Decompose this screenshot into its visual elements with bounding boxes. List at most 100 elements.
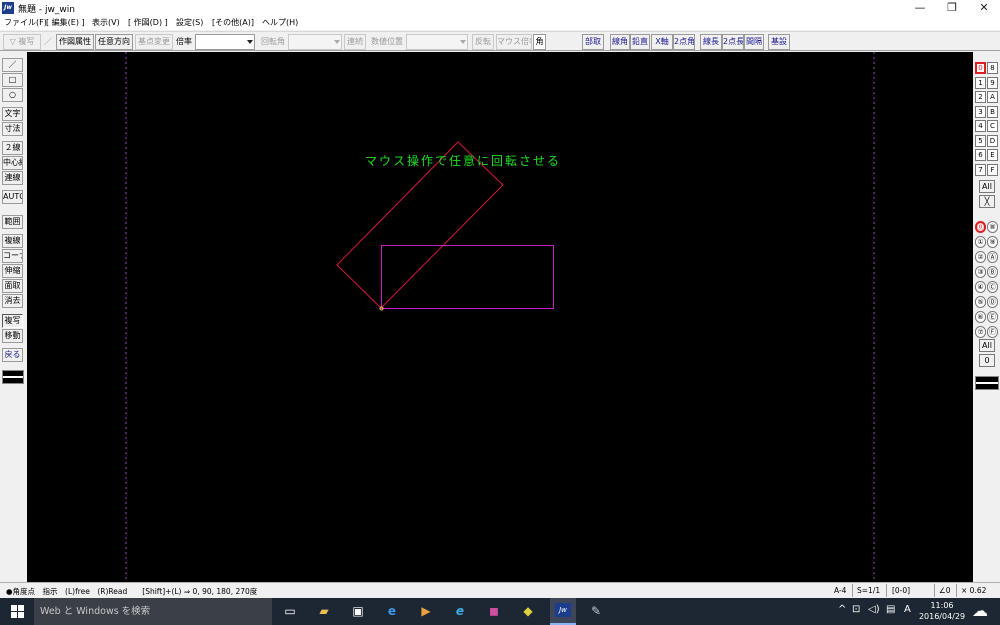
menu-file[interactable]: ファイル(F)	[4, 17, 47, 28]
network-icon[interactable]: ⊡	[852, 604, 860, 615]
cloud-icon[interactable]: ☁	[972, 601, 988, 620]
layer-all-button[interactable]: All	[979, 339, 995, 352]
vertical-button[interactable]: 鉛直	[630, 34, 650, 50]
layer-group-button[interactable]: 3	[975, 105, 986, 118]
taskbar-search-box[interactable]: Web と Windows を検索	[34, 598, 272, 625]
x-axis-button[interactable]: X軸	[651, 34, 673, 50]
clock[interactable]: 11:06 2016/04/29	[918, 600, 966, 622]
layer-zero-button[interactable]: 0	[979, 354, 995, 367]
layer-button[interactable]: ⑥	[975, 311, 986, 323]
tool-copy[interactable]: 複写	[2, 314, 23, 328]
layer-group-button[interactable]: F	[987, 163, 998, 176]
layer-group-button[interactable]: 9	[987, 76, 998, 89]
tool-line[interactable]: ／	[2, 58, 23, 72]
layer-group-button[interactable]: C	[987, 120, 998, 132]
zoom-readout[interactable]: × 0.62	[961, 586, 986, 595]
paper-size[interactable]: A-4	[834, 586, 846, 595]
minimize-button[interactable]: —	[904, 0, 936, 16]
layer-button[interactable]: Ⓔ	[987, 311, 998, 323]
close-button[interactable]: ✕	[968, 0, 1000, 16]
continuous-button[interactable]: 連続	[344, 34, 366, 50]
menu-view[interactable]: 表示(V)	[92, 17, 120, 28]
arbitrary-direction-button[interactable]: 任意方向	[95, 34, 133, 50]
tool-corner[interactable]: コーナー	[2, 249, 23, 263]
app-icon[interactable]: ◼	[484, 601, 504, 621]
tool-stretch[interactable]: 伸縮	[2, 264, 23, 278]
current-layer[interactable]: [0-0]	[892, 586, 910, 595]
interval-button[interactable]: 間隔	[744, 34, 764, 50]
layer-group-button[interactable]: 7	[975, 163, 986, 176]
tool-range[interactable]: 範囲	[2, 215, 23, 229]
layer-group-button[interactable]: 0	[975, 62, 986, 74]
layer-group-button[interactable]: E	[987, 149, 998, 161]
tool-connect-line[interactable]: 連線	[2, 171, 23, 185]
layer-group-all-button[interactable]: All	[979, 180, 995, 193]
internet-explorer-icon[interactable]: e	[450, 601, 470, 621]
menu-draw[interactable]: [ 作図(D) ]	[128, 17, 168, 28]
media-player-icon[interactable]: ▶	[416, 601, 436, 621]
base-settings-button[interactable]: 基設	[768, 34, 790, 50]
layer-group-button[interactable]: 5	[975, 134, 986, 147]
menu-settings[interactable]: 設定(S)	[176, 17, 203, 28]
layer-group-button[interactable]: 2	[975, 91, 986, 103]
layer-button[interactable]: ①	[975, 236, 986, 248]
layer-group-button[interactable]: 1	[975, 76, 986, 89]
layer-group-x-button[interactable]: ╳	[979, 195, 995, 208]
tool-circle[interactable]: ○	[2, 88, 23, 102]
ime-indicator[interactable]: A	[904, 604, 911, 615]
layer-button[interactable]: ⑤	[975, 296, 986, 308]
layer-group-button[interactable]: B	[987, 105, 998, 118]
tool-erase[interactable]: 消去	[2, 294, 23, 308]
line-type-indicator[interactable]	[2, 370, 24, 384]
paint-app-icon[interactable]: ◆	[518, 601, 538, 621]
jw-win-taskbar-icon[interactable]: Jw	[550, 598, 576, 625]
rotation-angle-combo[interactable]	[288, 34, 342, 50]
tool-text[interactable]: 文字	[2, 107, 23, 121]
angle-button[interactable]: 角	[533, 34, 546, 50]
layer-button[interactable]: Ⓒ	[987, 281, 998, 293]
tool-undo[interactable]: 戻る	[2, 348, 23, 362]
layer-button[interactable]: ④	[975, 281, 986, 293]
layer-group-button[interactable]: D	[987, 134, 998, 147]
layer-button[interactable]: Ⓑ	[987, 266, 998, 278]
mouse-scale-button[interactable]: マウス倍率	[496, 34, 532, 50]
maximize-button[interactable]: ❐	[936, 0, 968, 16]
layer-button[interactable]: Ⓐ	[987, 251, 998, 263]
volume-icon[interactable]: ◁)	[868, 604, 880, 615]
layer-button[interactable]: Ⓕ	[987, 326, 998, 338]
paint-palette-icon[interactable]: ✎	[586, 601, 606, 621]
menu-other[interactable]: [その他(A)]	[212, 17, 254, 28]
tool-auto[interactable]: AUTO	[2, 190, 23, 204]
extract-button[interactable]: 部取	[582, 34, 604, 50]
layer-button[interactable]: ⑧	[987, 221, 998, 233]
drawing-canvas[interactable]: マウス操作で任意に回転させる	[27, 52, 973, 582]
scale-combo[interactable]	[195, 34, 255, 50]
numeric-position-combo[interactable]	[406, 34, 468, 50]
tool-move[interactable]: 移動	[2, 329, 23, 343]
menu-help[interactable]: ヘルプ(H)	[262, 17, 298, 28]
draw-attribute-button[interactable]: 作図属性	[56, 34, 94, 50]
chevron-up-icon[interactable]: ^	[838, 604, 846, 615]
edge-icon[interactable]: e	[382, 601, 402, 621]
layer-button[interactable]: ⑨	[987, 236, 998, 248]
line-length-button[interactable]: 線長	[700, 34, 722, 50]
layer-button[interactable]: ③	[975, 266, 986, 278]
line-angle-button[interactable]: 線角	[610, 34, 630, 50]
right-line-type-indicator[interactable]	[975, 376, 999, 390]
tool-offset-line[interactable]: 複線	[2, 234, 23, 248]
layer-button[interactable]: Ⓓ	[987, 296, 998, 308]
layer-button[interactable]: ⑦	[975, 326, 986, 338]
layer-group-button[interactable]: A	[987, 91, 998, 103]
menu-edit[interactable]: [ 編集(E) ]	[46, 17, 85, 28]
task-view-icon[interactable]: ▭	[280, 601, 300, 621]
layer-button[interactable]: ⓪	[975, 221, 986, 233]
copy-checkbox[interactable]: ▽ 複写	[3, 34, 41, 50]
tool-chamfer[interactable]: 面取	[2, 279, 23, 293]
tool-dimension[interactable]: 寸法	[2, 122, 23, 136]
start-button[interactable]	[0, 598, 34, 625]
layer-group-button[interactable]: 6	[975, 149, 986, 161]
file-explorer-icon[interactable]: ▰	[314, 601, 334, 621]
tool-double-line[interactable]: ２線	[2, 141, 23, 155]
notification-message-icon[interactable]: ▤	[886, 604, 895, 615]
tool-center-line[interactable]: 中心線	[2, 156, 23, 170]
